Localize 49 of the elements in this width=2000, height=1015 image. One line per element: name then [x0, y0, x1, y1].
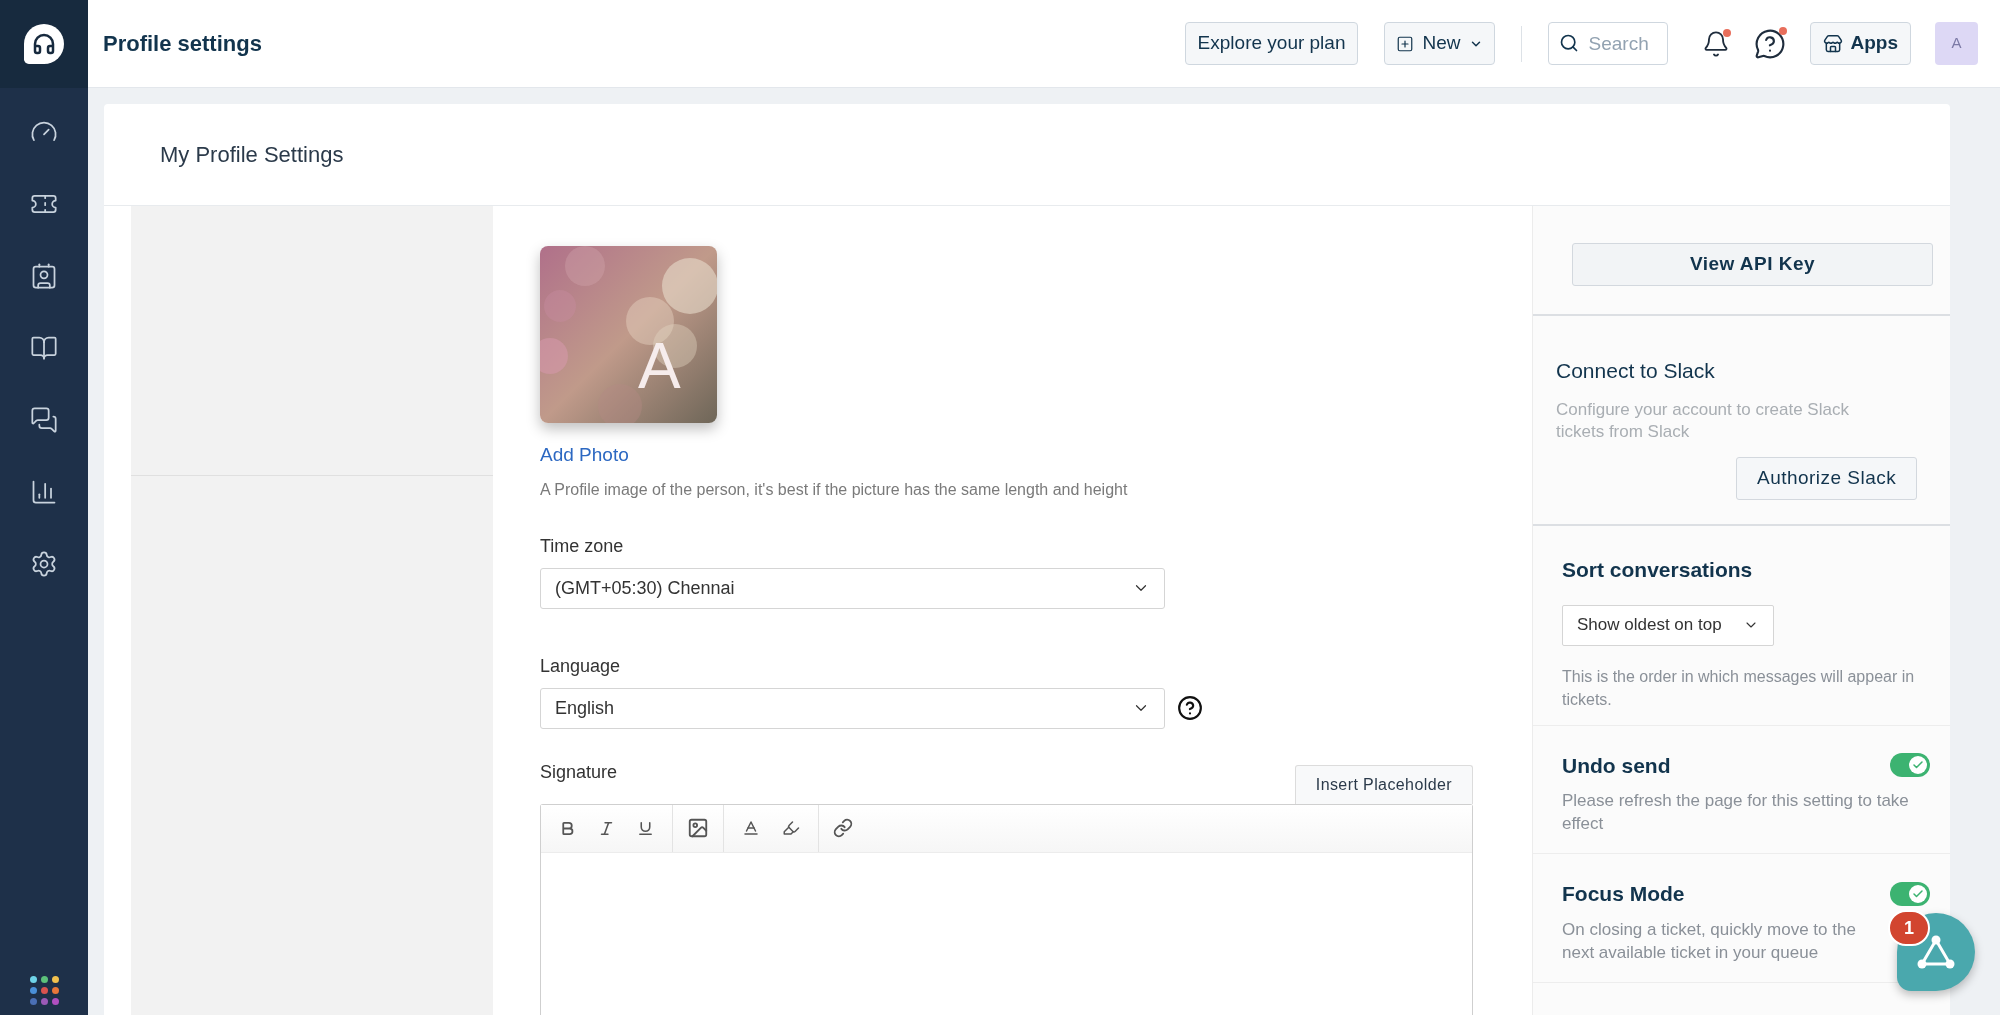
field-label: Time zone	[540, 534, 625, 558]
explore-plan-button[interactable]: Explore your plan	[1184, 22, 1359, 65]
underline-icon[interactable]	[637, 819, 654, 837]
field-label: Language	[540, 654, 622, 678]
link-icon[interactable]	[833, 818, 853, 838]
sort-title: Sort conversations	[1562, 557, 1754, 583]
app-grid-icon[interactable]	[29, 976, 59, 1005]
avatar-initial: A	[638, 334, 681, 398]
language-select[interactable]: English	[540, 687, 1165, 729]
help-icon[interactable]	[1177, 695, 1203, 721]
setting-title: Undo send	[1562, 752, 1671, 779]
image-icon[interactable]	[687, 817, 709, 839]
bold-icon[interactable]	[559, 819, 576, 837]
triangle-network-icon	[1916, 934, 1956, 970]
text-color-icon[interactable]	[742, 819, 760, 837]
check-icon	[1912, 887, 1924, 900]
section-title: My Profile Settings	[160, 141, 344, 169]
authorize-slack-button[interactable]: Authorize Slack	[1736, 456, 1918, 500]
slack-title: Connect to Slack	[1556, 358, 1716, 384]
search-field[interactable]: Search	[1547, 22, 1668, 65]
italic-icon[interactable]	[598, 819, 615, 837]
store-icon	[1822, 33, 1843, 54]
sort-description: This is the order in which messages will appear in tickets.	[1562, 666, 1916, 710]
bar-chart-icon[interactable]	[30, 478, 58, 506]
time-zone-select[interactable]: (GMT+05:30) Chennai	[540, 567, 1165, 609]
insert-placeholder-button[interactable]: Insert Placeholder	[1294, 764, 1473, 804]
settings-icon[interactable]	[30, 550, 58, 578]
view-api-key-button[interactable]: View API Key	[1572, 243, 1933, 286]
page-title: Profile settings	[103, 30, 262, 58]
add-photo-link[interactable]: Add Photo	[540, 441, 1485, 470]
slack-description: Configure your account to create Slack tickets from Slack	[1556, 398, 1850, 443]
plus-square-icon	[1396, 34, 1415, 53]
sort-select[interactable]: Show oldest on top	[1562, 604, 1774, 646]
new-button[interactable]: New	[1384, 22, 1495, 65]
contact-icon[interactable]	[30, 262, 58, 290]
book-icon[interactable]	[30, 334, 58, 362]
chat-bubbles-icon[interactable]	[30, 406, 58, 434]
search-icon	[1558, 33, 1579, 53]
toggle-switch[interactable]	[1890, 881, 1930, 906]
setting-title: Focus Mode	[1562, 881, 1685, 907]
highlight-icon[interactable]	[782, 819, 800, 837]
setting-description: On closing a ticket, quickly move to the next available ticket in your queue	[1562, 918, 1857, 964]
setting-description: Please refresh the page for this setting to take effect	[1562, 790, 1910, 835]
field-label: Signature	[540, 760, 618, 784]
toggle-switch[interactable]	[1890, 753, 1930, 778]
apps-button[interactable]: Apps	[1809, 22, 1911, 65]
headset-logo-icon[interactable]	[24, 24, 64, 64]
help-icon[interactable]	[1753, 27, 1786, 60]
photo-hint: A Profile image of the person, it's best if the picture has the same length and height	[540, 479, 1129, 500]
